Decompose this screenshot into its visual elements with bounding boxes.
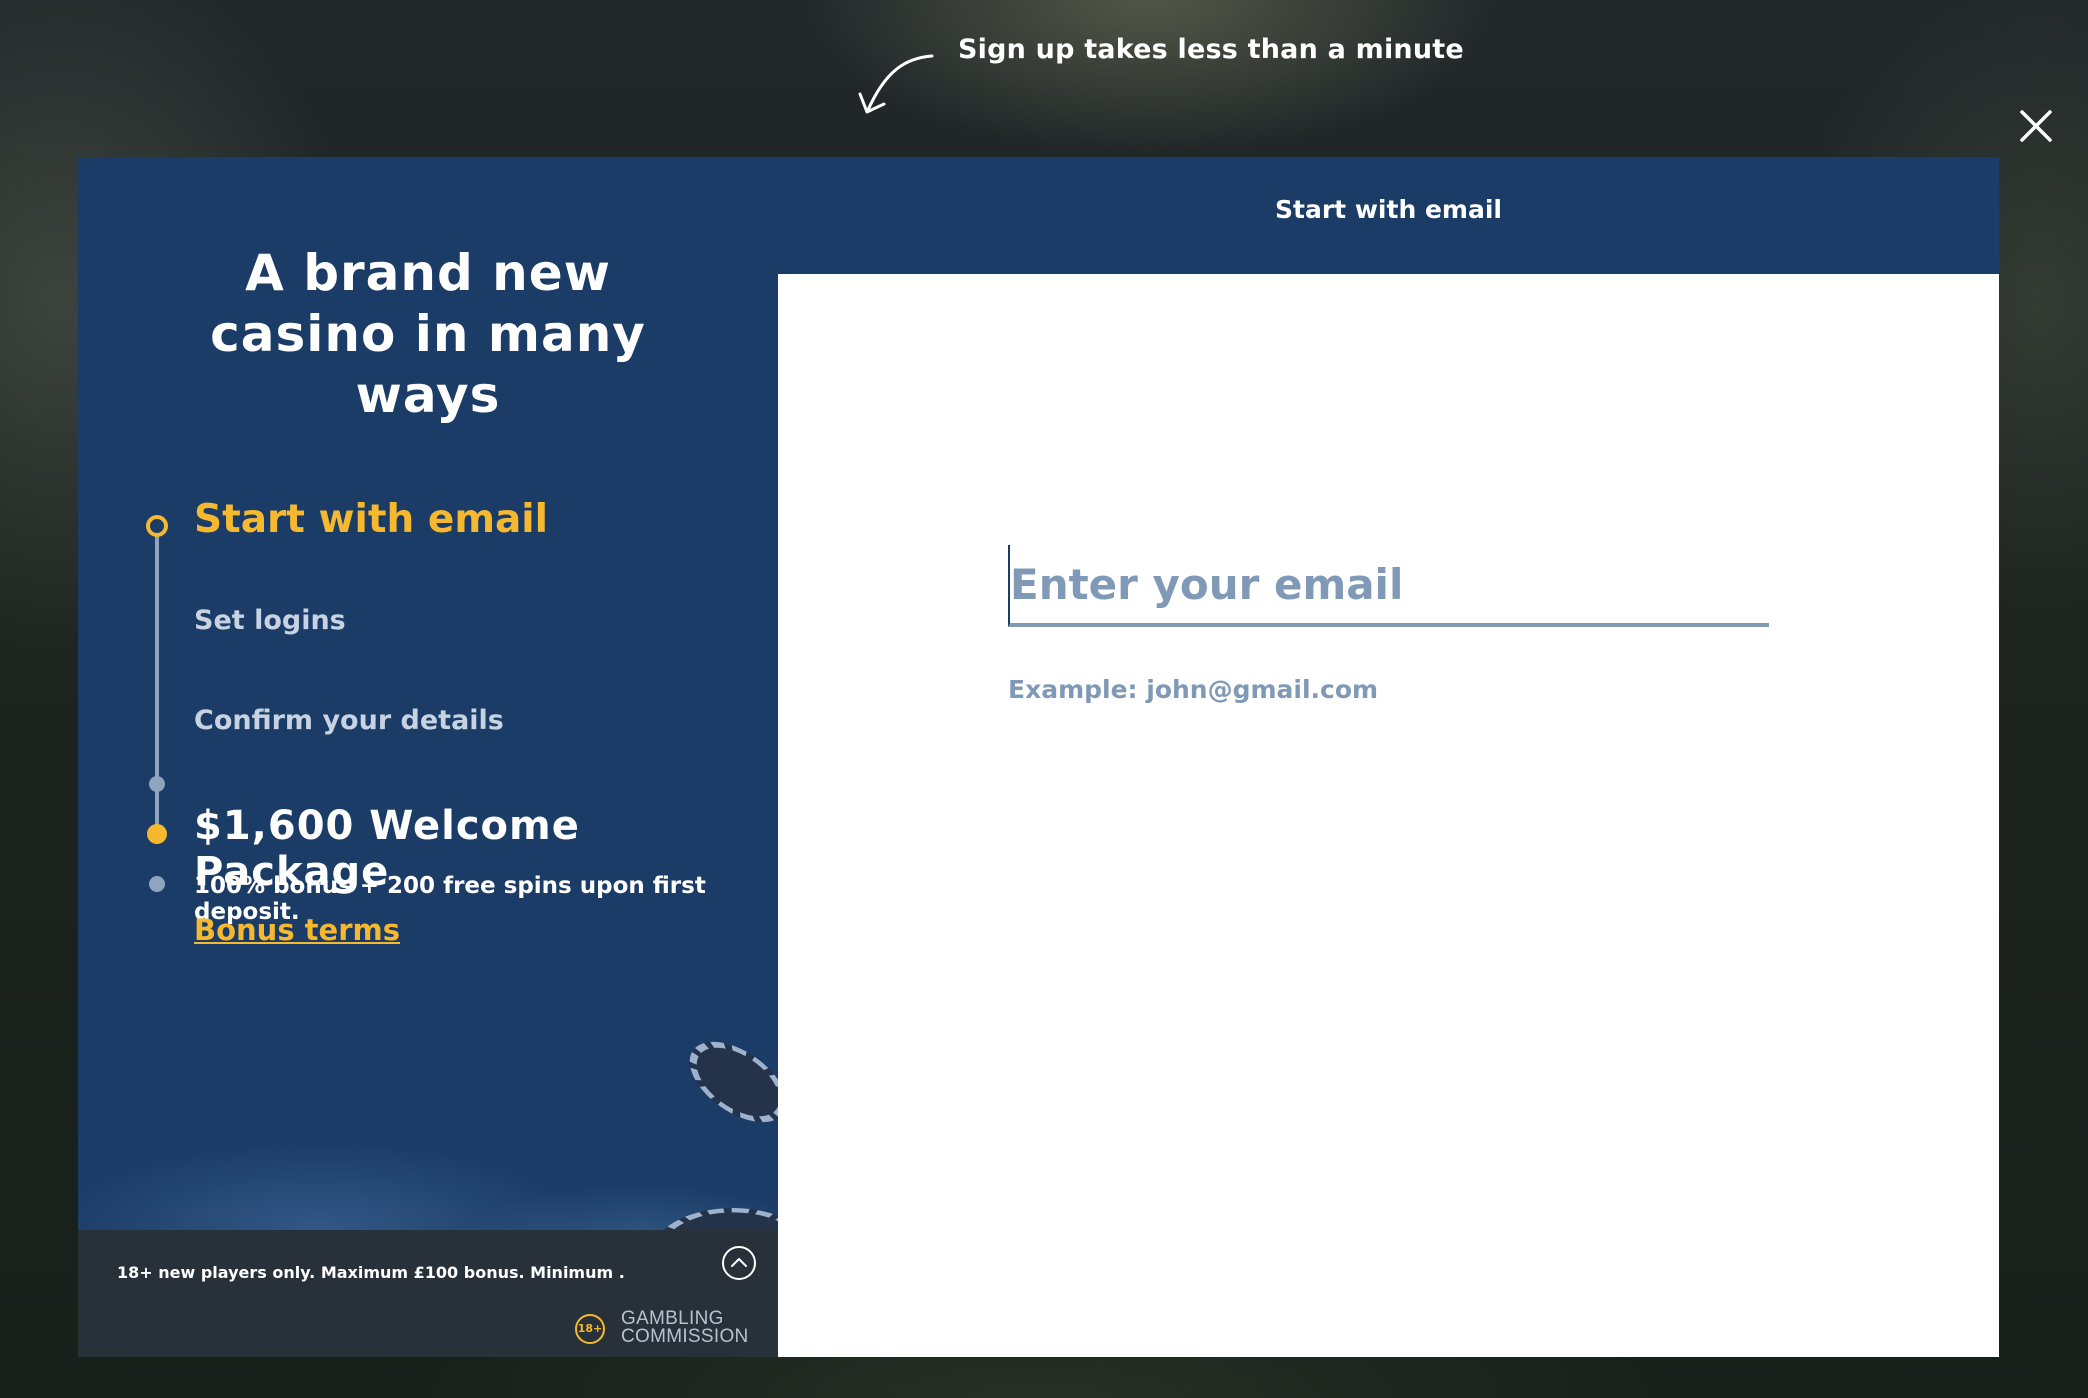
headline: A brand new casino in many ways	[210, 244, 646, 424]
expand-terms-button[interactable]	[722, 1246, 756, 1280]
step-reward-indicator	[147, 824, 167, 844]
email-field-group: Example: john@gmail.com	[1008, 545, 1769, 704]
step-indicator	[149, 876, 165, 892]
step-start-with-email: Start with email	[194, 497, 549, 542]
form-title: Start with email	[1275, 195, 1502, 224]
step-set-logins: Set logins	[194, 605, 346, 636]
terms-text: 18+ new players only. Maximum £100 bonus…	[117, 1263, 625, 1282]
age-18-badge-icon: 18+	[575, 1314, 605, 1344]
close-icon[interactable]	[2016, 106, 2056, 146]
form-header: Start with email	[778, 157, 1999, 274]
signup-hint-text: Sign up takes less than a minute	[958, 34, 1464, 65]
bonus-terms-link[interactable]: Bonus terms	[194, 913, 400, 947]
terms-footer: 18+ new players only. Maximum £100 bonus…	[78, 1230, 778, 1357]
curved-arrow-icon	[858, 54, 934, 114]
right-panel: Start with email Example: john@gmail.com	[778, 157, 1999, 1357]
email-input[interactable]	[1008, 545, 1769, 627]
chevron-up-icon	[731, 1258, 747, 1267]
step-active-indicator	[146, 515, 168, 537]
signup-modal: A brand new casino in many ways Start wi…	[78, 157, 1999, 1357]
step-indicator	[149, 776, 165, 792]
email-example-hint: Example: john@gmail.com	[1008, 675, 1379, 704]
left-panel: A brand new casino in many ways Start wi…	[78, 157, 778, 1357]
step-confirm-details: Confirm your details	[194, 705, 504, 736]
